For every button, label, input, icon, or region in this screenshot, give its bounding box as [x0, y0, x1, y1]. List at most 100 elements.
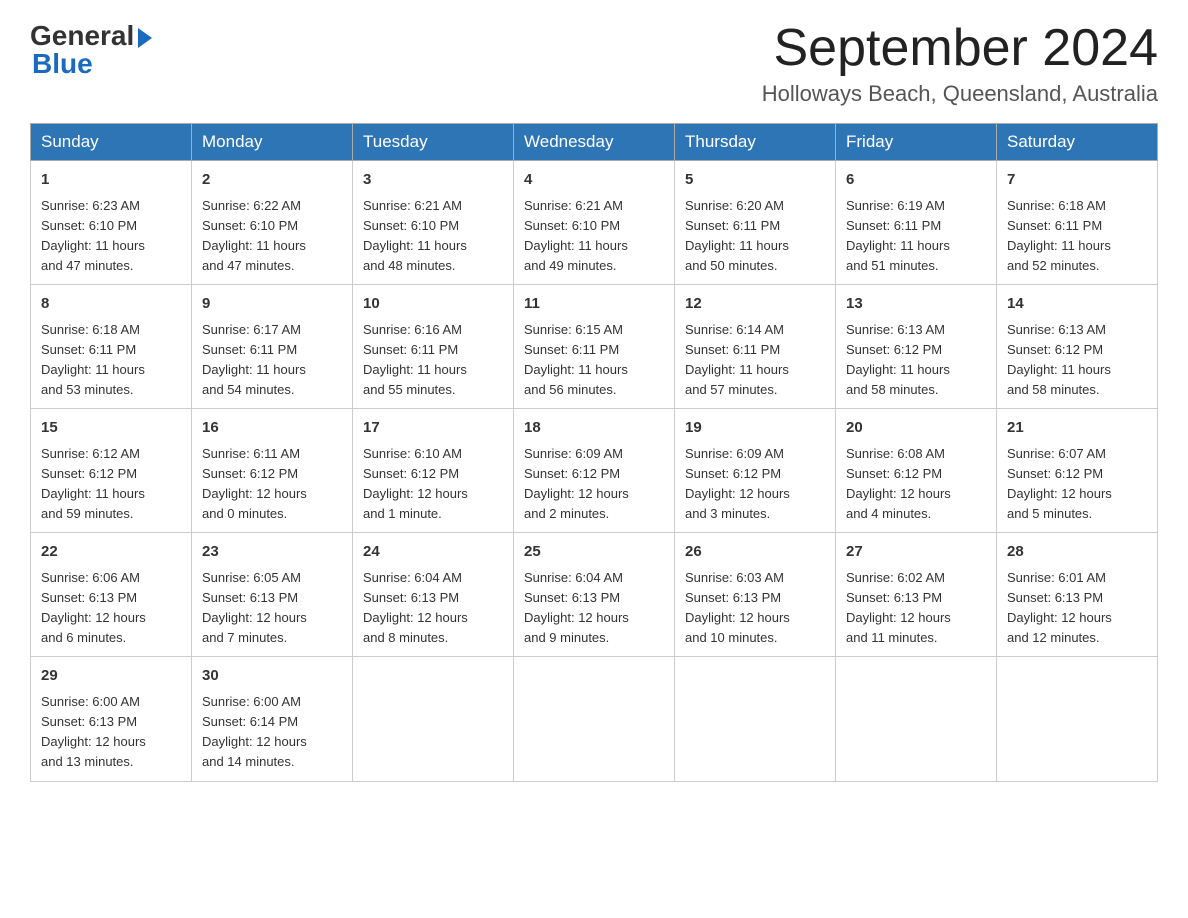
calendar-cell: 16 Sunrise: 6:11 AMSunset: 6:12 PMDaylig…: [192, 409, 353, 533]
day-info: Sunrise: 6:10 AMSunset: 6:12 PMDaylight:…: [363, 444, 503, 525]
calendar-cell: 6 Sunrise: 6:19 AMSunset: 6:11 PMDayligh…: [836, 161, 997, 285]
calendar-week-5: 29 Sunrise: 6:00 AMSunset: 6:13 PMDaylig…: [31, 657, 1158, 781]
calendar-cell: 3 Sunrise: 6:21 AMSunset: 6:10 PMDayligh…: [353, 161, 514, 285]
day-info: Sunrise: 6:08 AMSunset: 6:12 PMDaylight:…: [846, 444, 986, 525]
title-section: September 2024 Holloways Beach, Queensla…: [762, 20, 1158, 107]
calendar-cell: 1 Sunrise: 6:23 AMSunset: 6:10 PMDayligh…: [31, 161, 192, 285]
day-number: 11: [524, 293, 664, 316]
calendar-table: SundayMondayTuesdayWednesdayThursdayFrid…: [30, 123, 1158, 781]
day-info: Sunrise: 6:22 AMSunset: 6:10 PMDaylight:…: [202, 196, 342, 277]
calendar-cell: 5 Sunrise: 6:20 AMSunset: 6:11 PMDayligh…: [675, 161, 836, 285]
logo: General Blue: [30, 20, 152, 80]
calendar-header-row: SundayMondayTuesdayWednesdayThursdayFrid…: [31, 124, 1158, 161]
day-number: 25: [524, 541, 664, 564]
day-info: Sunrise: 6:14 AMSunset: 6:11 PMDaylight:…: [685, 320, 825, 401]
day-info: Sunrise: 6:02 AMSunset: 6:13 PMDaylight:…: [846, 568, 986, 649]
calendar-cell: 4 Sunrise: 6:21 AMSunset: 6:10 PMDayligh…: [514, 161, 675, 285]
calendar-week-2: 8 Sunrise: 6:18 AMSunset: 6:11 PMDayligh…: [31, 285, 1158, 409]
day-number: 27: [846, 541, 986, 564]
header-friday: Friday: [836, 124, 997, 161]
header-saturday: Saturday: [997, 124, 1158, 161]
day-number: 17: [363, 417, 503, 440]
calendar-cell: [836, 657, 997, 781]
day-info: Sunrise: 6:01 AMSunset: 6:13 PMDaylight:…: [1007, 568, 1147, 649]
day-number: 7: [1007, 169, 1147, 192]
location-subtitle: Holloways Beach, Queensland, Australia: [762, 81, 1158, 107]
header-sunday: Sunday: [31, 124, 192, 161]
day-info: Sunrise: 6:21 AMSunset: 6:10 PMDaylight:…: [524, 196, 664, 277]
day-number: 18: [524, 417, 664, 440]
day-info: Sunrise: 6:06 AMSunset: 6:13 PMDaylight:…: [41, 568, 181, 649]
day-info: Sunrise: 6:04 AMSunset: 6:13 PMDaylight:…: [363, 568, 503, 649]
day-info: Sunrise: 6:18 AMSunset: 6:11 PMDaylight:…: [1007, 196, 1147, 277]
calendar-cell: 28 Sunrise: 6:01 AMSunset: 6:13 PMDaylig…: [997, 533, 1158, 657]
calendar-cell: 11 Sunrise: 6:15 AMSunset: 6:11 PMDaylig…: [514, 285, 675, 409]
day-number: 3: [363, 169, 503, 192]
calendar-cell: 24 Sunrise: 6:04 AMSunset: 6:13 PMDaylig…: [353, 533, 514, 657]
calendar-cell: 27 Sunrise: 6:02 AMSunset: 6:13 PMDaylig…: [836, 533, 997, 657]
calendar-cell: 22 Sunrise: 6:06 AMSunset: 6:13 PMDaylig…: [31, 533, 192, 657]
day-info: Sunrise: 6:13 AMSunset: 6:12 PMDaylight:…: [1007, 320, 1147, 401]
day-number: 13: [846, 293, 986, 316]
header-thursday: Thursday: [675, 124, 836, 161]
calendar-week-3: 15 Sunrise: 6:12 AMSunset: 6:12 PMDaylig…: [31, 409, 1158, 533]
day-number: 30: [202, 665, 342, 688]
calendar-cell: 15 Sunrise: 6:12 AMSunset: 6:12 PMDaylig…: [31, 409, 192, 533]
day-info: Sunrise: 6:09 AMSunset: 6:12 PMDaylight:…: [685, 444, 825, 525]
calendar-cell: 18 Sunrise: 6:09 AMSunset: 6:12 PMDaylig…: [514, 409, 675, 533]
day-info: Sunrise: 6:03 AMSunset: 6:13 PMDaylight:…: [685, 568, 825, 649]
calendar-cell: [675, 657, 836, 781]
calendar-cell: [997, 657, 1158, 781]
day-info: Sunrise: 6:04 AMSunset: 6:13 PMDaylight:…: [524, 568, 664, 649]
calendar-cell: 8 Sunrise: 6:18 AMSunset: 6:11 PMDayligh…: [31, 285, 192, 409]
calendar-cell: 9 Sunrise: 6:17 AMSunset: 6:11 PMDayligh…: [192, 285, 353, 409]
month-year-title: September 2024: [762, 20, 1158, 77]
day-number: 1: [41, 169, 181, 192]
calendar-cell: 19 Sunrise: 6:09 AMSunset: 6:12 PMDaylig…: [675, 409, 836, 533]
day-number: 9: [202, 293, 342, 316]
header-monday: Monday: [192, 124, 353, 161]
day-info: Sunrise: 6:19 AMSunset: 6:11 PMDaylight:…: [846, 196, 986, 277]
day-number: 6: [846, 169, 986, 192]
calendar-cell: 20 Sunrise: 6:08 AMSunset: 6:12 PMDaylig…: [836, 409, 997, 533]
day-number: 10: [363, 293, 503, 316]
calendar-cell: 21 Sunrise: 6:07 AMSunset: 6:12 PMDaylig…: [997, 409, 1158, 533]
calendar-cell: 29 Sunrise: 6:00 AMSunset: 6:13 PMDaylig…: [31, 657, 192, 781]
day-info: Sunrise: 6:00 AMSunset: 6:14 PMDaylight:…: [202, 692, 342, 773]
day-number: 24: [363, 541, 503, 564]
calendar-cell: [353, 657, 514, 781]
calendar-cell: 30 Sunrise: 6:00 AMSunset: 6:14 PMDaylig…: [192, 657, 353, 781]
calendar-cell: 10 Sunrise: 6:16 AMSunset: 6:11 PMDaylig…: [353, 285, 514, 409]
day-number: 26: [685, 541, 825, 564]
calendar-cell: 7 Sunrise: 6:18 AMSunset: 6:11 PMDayligh…: [997, 161, 1158, 285]
calendar-week-1: 1 Sunrise: 6:23 AMSunset: 6:10 PMDayligh…: [31, 161, 1158, 285]
day-number: 23: [202, 541, 342, 564]
day-info: Sunrise: 6:21 AMSunset: 6:10 PMDaylight:…: [363, 196, 503, 277]
day-info: Sunrise: 6:18 AMSunset: 6:11 PMDaylight:…: [41, 320, 181, 401]
calendar-cell: 13 Sunrise: 6:13 AMSunset: 6:12 PMDaylig…: [836, 285, 997, 409]
day-number: 12: [685, 293, 825, 316]
day-info: Sunrise: 6:15 AMSunset: 6:11 PMDaylight:…: [524, 320, 664, 401]
day-number: 19: [685, 417, 825, 440]
page-header: General Blue September 2024 Holloways Be…: [30, 20, 1158, 107]
calendar-cell: 14 Sunrise: 6:13 AMSunset: 6:12 PMDaylig…: [997, 285, 1158, 409]
day-info: Sunrise: 6:05 AMSunset: 6:13 PMDaylight:…: [202, 568, 342, 649]
day-number: 29: [41, 665, 181, 688]
calendar-cell: 2 Sunrise: 6:22 AMSunset: 6:10 PMDayligh…: [192, 161, 353, 285]
day-info: Sunrise: 6:20 AMSunset: 6:11 PMDaylight:…: [685, 196, 825, 277]
day-number: 4: [524, 169, 664, 192]
day-info: Sunrise: 6:17 AMSunset: 6:11 PMDaylight:…: [202, 320, 342, 401]
calendar-cell: 23 Sunrise: 6:05 AMSunset: 6:13 PMDaylig…: [192, 533, 353, 657]
day-number: 15: [41, 417, 181, 440]
calendar-cell: 25 Sunrise: 6:04 AMSunset: 6:13 PMDaylig…: [514, 533, 675, 657]
day-info: Sunrise: 6:13 AMSunset: 6:12 PMDaylight:…: [846, 320, 986, 401]
day-number: 21: [1007, 417, 1147, 440]
logo-arrow-icon: [138, 28, 152, 48]
logo-blue-text: Blue: [30, 48, 93, 80]
calendar-week-4: 22 Sunrise: 6:06 AMSunset: 6:13 PMDaylig…: [31, 533, 1158, 657]
day-number: 22: [41, 541, 181, 564]
day-number: 20: [846, 417, 986, 440]
day-info: Sunrise: 6:00 AMSunset: 6:13 PMDaylight:…: [41, 692, 181, 773]
header-tuesday: Tuesday: [353, 124, 514, 161]
calendar-cell: 17 Sunrise: 6:10 AMSunset: 6:12 PMDaylig…: [353, 409, 514, 533]
